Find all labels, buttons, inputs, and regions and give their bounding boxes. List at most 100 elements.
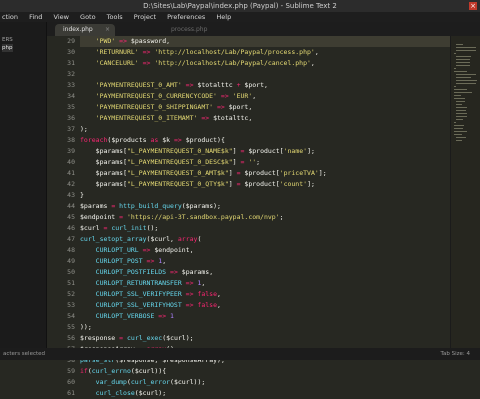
- tab-index-php[interactable]: index.php ×: [55, 24, 115, 36]
- code-line[interactable]: $params["L_PAYMENTREQUEST_0_AMT$k"] = $p…: [80, 168, 472, 179]
- menu-selection[interactable]: ction: [2, 13, 18, 21]
- folder-list: ERS php: [2, 36, 13, 52]
- code-line[interactable]: [80, 69, 472, 80]
- line-number: 43: [67, 191, 75, 199]
- code-line[interactable]: $response = curl_exec($curl);: [80, 333, 472, 344]
- minimap-line: [454, 68, 456, 69]
- close-window-button[interactable]: ×: [469, 2, 477, 10]
- menu-bar: ction Find View Goto Tools Project Prefe…: [0, 12, 480, 22]
- line-number: 39: [67, 147, 75, 155]
- tab-size-indicator[interactable]: Tab Size: 4: [441, 348, 470, 360]
- code-line[interactable]: CURLOPT_SSL_VERIFYHOST => false,: [80, 300, 472, 311]
- code-line[interactable]: $curl = curl_init();: [80, 223, 472, 234]
- menu-goto[interactable]: Goto: [80, 13, 96, 21]
- line-number: 46: [67, 224, 75, 232]
- line-number: 61: [67, 389, 75, 397]
- code-line[interactable]: CURLOPT_POSTFIELDS => $params,: [80, 267, 472, 278]
- code-line[interactable]: );: [80, 124, 472, 135]
- code-line[interactable]: }: [80, 190, 472, 201]
- tab-process-php[interactable]: process.php: [163, 24, 223, 36]
- line-number: 29: [67, 37, 75, 45]
- minimap[interactable]: [450, 36, 480, 348]
- line-number: 31: [67, 59, 75, 67]
- code-line[interactable]: foreach($products as $k => $product){: [80, 135, 472, 146]
- line-number-gutter: 29 30 31 32 33 34 35 36 37 38 39 40 41 42 43 44 45 46 47 48…: [47, 36, 79, 397]
- minimap-line: [456, 119, 463, 120]
- minimap-line: [456, 116, 468, 117]
- minimap-line: [456, 44, 463, 45]
- code-line[interactable]: $endpoint = 'https://api-3T.sandbox.payp…: [80, 212, 472, 223]
- code-line[interactable]: ));: [80, 322, 472, 333]
- minimap-line: [456, 137, 466, 138]
- sidebar: ERS php: [0, 22, 47, 348]
- close-tab-icon[interactable]: ×: [105, 24, 110, 36]
- menu-view[interactable]: View: [54, 13, 69, 21]
- minimap-line: [456, 80, 477, 81]
- code-editor[interactable]: 'PWD' => $password, 'RETURNURL' => 'http…: [80, 36, 472, 397]
- minimap-line: [454, 92, 473, 93]
- line-number: 47: [67, 235, 75, 243]
- minimap-line: [456, 110, 466, 111]
- minimap-line: [454, 53, 456, 54]
- status-bar: acters selected Tab Size: 4: [0, 348, 480, 360]
- title-bar: D:\Sites\Lab\Paypal\index.php (Paypal) -…: [0, 0, 480, 12]
- line-number: 49: [67, 257, 75, 265]
- line-number: 52: [67, 290, 75, 298]
- code-line[interactable]: curl_close($curl);: [80, 388, 472, 399]
- code-line[interactable]: 'PAYMENTREQUEST_0_ITEMAMT' => $totalttc,: [80, 113, 472, 124]
- code-line[interactable]: $params["L_PAYMENTREQUEST_0_DESC$k"] = '…: [80, 157, 472, 168]
- code-line[interactable]: CURLOPT_POST => 1,: [80, 256, 472, 267]
- line-number: 50: [67, 268, 75, 276]
- code-line[interactable]: CURLOPT_RETURNTRANSFER => 1,: [80, 278, 472, 289]
- line-number: 41: [67, 169, 75, 177]
- line-number: 54: [67, 312, 75, 320]
- minimap-line: [454, 86, 456, 87]
- tab-label: process.php: [171, 26, 208, 33]
- line-number: 42: [67, 180, 75, 188]
- menu-help[interactable]: Help: [216, 13, 231, 21]
- menu-preferences[interactable]: Preferences: [167, 13, 205, 21]
- code-line[interactable]: CURLOPT_VERBOSE => 1: [80, 311, 472, 322]
- status-selection: acters selected: [3, 351, 46, 357]
- code-line[interactable]: CURLOPT_SSL_VERIFYPEER => false,: [80, 289, 472, 300]
- code-line[interactable]: $params["L_PAYMENTREQUEST_0_QTY$k"] = $p…: [80, 179, 472, 190]
- line-number: 35: [67, 103, 75, 111]
- line-number: 40: [67, 158, 75, 166]
- line-number: 32: [67, 70, 75, 78]
- code-line[interactable]: CURLOPT_URL => $endpoint,: [80, 245, 472, 256]
- minimap-line: [456, 113, 468, 114]
- code-line[interactable]: var_dump(curl_error($curl));: [80, 377, 472, 388]
- code-line[interactable]: curl_setopt_array($curl, array(: [80, 234, 472, 245]
- code-line[interactable]: $params = http_build_query($params);: [80, 201, 472, 212]
- menu-project[interactable]: Project: [134, 13, 156, 21]
- code-line[interactable]: if(curl_errno($curl)){: [80, 366, 472, 377]
- line-number: 33: [67, 81, 75, 89]
- code-line[interactable]: 'PAYMENTREQUEST_0_CURRENCYCODE' => 'EUR'…: [80, 91, 472, 102]
- tab-label: index.php: [63, 26, 93, 33]
- minimap-line: [454, 95, 461, 96]
- minimap-line: [456, 101, 465, 102]
- minimap-line: [456, 77, 471, 78]
- menu-find[interactable]: Find: [29, 13, 42, 21]
- minimap-line: [456, 83, 476, 84]
- line-number: 44: [67, 202, 75, 210]
- minimap-line: [454, 89, 467, 90]
- code-line[interactable]: 'PAYMENTREQUEST_0_SHIPPINGAMT' => $port,: [80, 102, 472, 113]
- minimap-line: [454, 122, 456, 123]
- sidebar-header: ERS: [2, 37, 13, 43]
- sidebar-item-php[interactable]: php: [2, 44, 13, 52]
- line-number: 59: [67, 367, 75, 375]
- code-line[interactable]: $params["L_PAYMENTREQUEST_0_NAME$k"] = $…: [80, 146, 472, 157]
- code-line[interactable]: 'CANCELURL' => 'http://localhost/Lab/Pay…: [80, 58, 472, 69]
- minimap-line: [456, 50, 476, 51]
- line-number: 38: [67, 136, 75, 144]
- code-line[interactable]: 'PAYMENTREQUEST_0_AMT' => $totalttc + $p…: [80, 80, 472, 91]
- code-line[interactable]: 'RETURNURL' => 'http://localhost/Lab/Pay…: [80, 47, 472, 58]
- menu-tools[interactable]: Tools: [107, 13, 123, 21]
- minimap-line: [454, 128, 463, 129]
- minimap-line: [454, 125, 465, 126]
- code-line[interactable]: 'PWD' => $password,: [80, 36, 472, 47]
- tab-bar: index.php × process.php: [47, 22, 480, 36]
- minimap-line: [456, 140, 463, 141]
- minimap-line: [456, 56, 472, 57]
